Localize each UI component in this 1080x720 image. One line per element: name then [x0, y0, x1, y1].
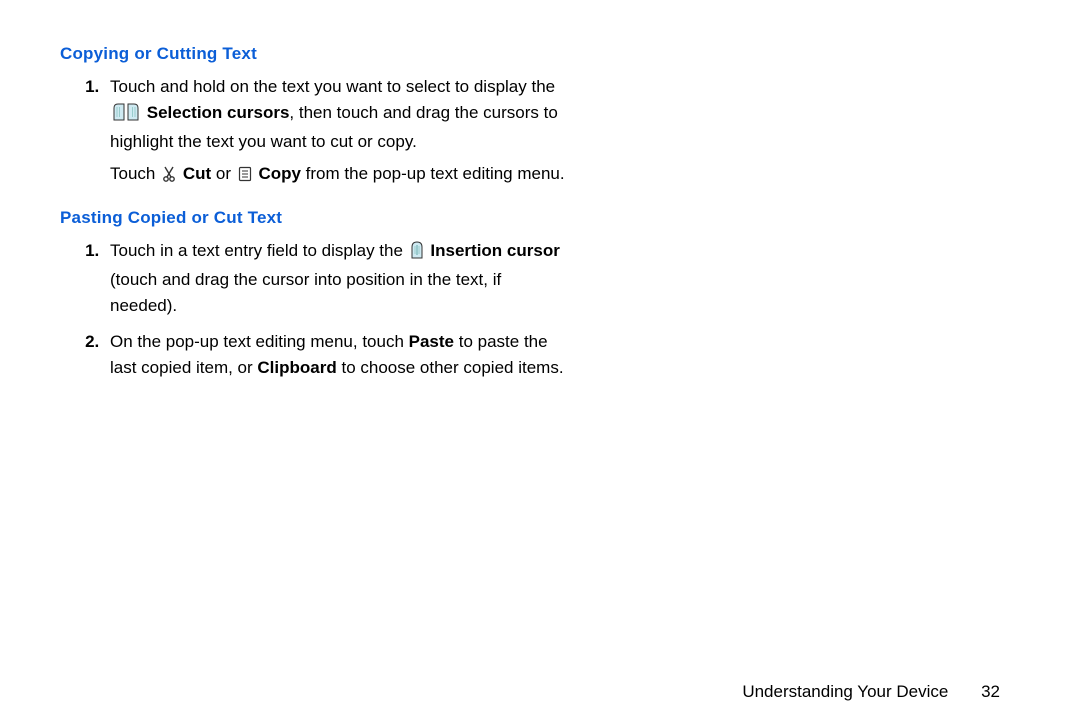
footer-label: Understanding Your Device [742, 682, 948, 701]
page-content: Copying or Cutting Text Touch and hold o… [0, 0, 630, 381]
bold: Cut [183, 164, 211, 183]
text: from the pop-up text editing menu. [301, 164, 565, 183]
bold: Copy [258, 164, 301, 183]
copy-icon [238, 164, 252, 190]
bold: Insertion cursor [430, 241, 559, 260]
text: Touch [110, 164, 160, 183]
text: to choose other copied items. [337, 358, 564, 377]
text: Touch in a text entry field to display t… [110, 241, 408, 260]
text: (touch and drag the cursor into position… [110, 270, 501, 315]
bold: Paste [409, 332, 454, 351]
scissors-icon [162, 164, 176, 190]
bold: Clipboard [257, 358, 336, 377]
page-footer: Understanding Your Device 32 [742, 682, 1000, 702]
paste-step-2: On the pop-up text editing menu, touch P… [104, 329, 570, 381]
heading-copying-cutting: Copying or Cutting Text [60, 44, 570, 64]
paste-step-1: Touch in a text entry field to display t… [104, 238, 570, 319]
text: or [211, 164, 236, 183]
page-number: 32 [981, 682, 1000, 701]
selection-cursors-icon [112, 103, 140, 129]
insertion-cursor-icon [410, 241, 424, 267]
text: On the pop-up text editing menu, touch [110, 332, 409, 351]
copy-cut-steps: Touch and hold on the text you want to s… [60, 74, 570, 190]
sub-paragraph: Touch Cut or [110, 161, 570, 190]
text: Touch and hold on the text you want to s… [110, 77, 555, 96]
heading-pasting: Pasting Copied or Cut Text [60, 208, 570, 228]
paste-steps: Touch in a text entry field to display t… [60, 238, 570, 381]
copy-cut-step-1: Touch and hold on the text you want to s… [104, 74, 570, 190]
bold: Selection cursors [147, 103, 290, 122]
